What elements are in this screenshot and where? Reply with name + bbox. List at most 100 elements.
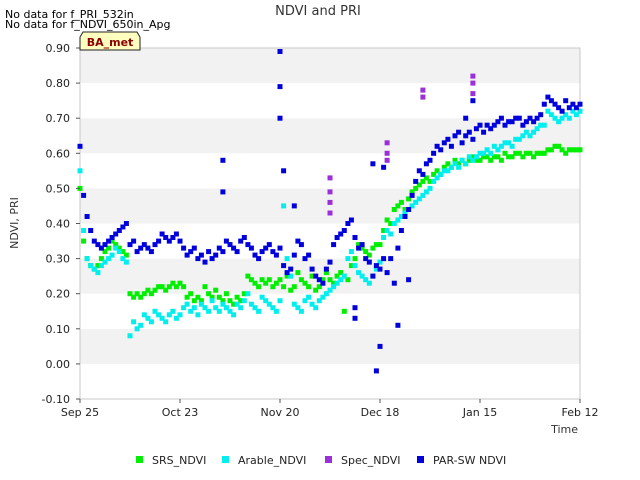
x-tick-label: Feb 12 [562, 406, 599, 419]
data-point [77, 143, 83, 149]
data-point [498, 157, 504, 163]
y-tick-label: 0.70 [46, 112, 71, 125]
y-tick-label: 0.90 [46, 42, 71, 55]
data-point [384, 140, 390, 146]
data-point [352, 305, 358, 311]
data-point [366, 259, 372, 265]
data-point [127, 333, 133, 339]
legend-label-arable-ndvi: Arable_NDVI [238, 454, 306, 467]
data-point [248, 245, 254, 251]
data-point [388, 256, 394, 262]
y-tick-label: 0.20 [46, 288, 71, 301]
data-point [206, 249, 212, 255]
y-tick-label: 0.80 [46, 77, 71, 90]
data-point [109, 252, 115, 258]
data-point [306, 294, 312, 300]
data-point [191, 305, 197, 311]
data-point [466, 129, 472, 135]
plot-grid-bands [80, 48, 580, 399]
y-tick-label: 0.50 [46, 182, 71, 195]
data-point [306, 284, 312, 290]
data-point [366, 280, 372, 286]
grid-band [80, 153, 580, 189]
data-point [481, 129, 487, 135]
data-point [84, 256, 90, 262]
data-point [138, 322, 144, 328]
data-point [181, 284, 187, 290]
data-point [188, 291, 194, 297]
data-point [238, 305, 244, 311]
data-point [295, 270, 301, 276]
data-point [488, 150, 494, 156]
data-point [123, 259, 129, 265]
data-point [209, 298, 215, 304]
data-point [131, 238, 137, 244]
data-point [577, 147, 583, 153]
data-point [327, 189, 333, 195]
data-point [281, 263, 287, 269]
data-point [538, 112, 544, 118]
data-point [470, 80, 476, 86]
grid-band [80, 363, 580, 399]
chart-container: -0.10 0.00 0.10 0.20 0.30 0.40 0.50 0.60 0.70 0.8… [0, 0, 640, 480]
data-point [341, 228, 347, 233]
x-tick-label: Sep 25 [61, 406, 99, 419]
data-point [213, 287, 219, 293]
y-tick-label: -0.10 [42, 393, 70, 406]
data-point [470, 73, 476, 79]
data-point [234, 249, 240, 255]
data-point [195, 312, 201, 318]
data-point [256, 284, 262, 290]
legend-swatch-spec-ndvi [325, 456, 332, 463]
data-point [352, 235, 358, 240]
data-point [427, 185, 433, 191]
data-point [327, 259, 333, 265]
data-point [456, 164, 462, 170]
data-point [277, 245, 283, 251]
data-point [381, 235, 387, 240]
data-point [323, 266, 329, 272]
data-point [420, 87, 426, 93]
data-point [273, 308, 279, 314]
x-tick-label: Dec 18 [361, 406, 400, 419]
data-point [498, 115, 504, 121]
data-point [277, 84, 283, 90]
data-point [81, 192, 87, 198]
station-badge: BA_met [79, 31, 141, 51]
data-point [348, 217, 354, 223]
data-point [420, 94, 426, 100]
data-point [388, 231, 394, 237]
scatter-chart: -0.10 0.00 0.10 0.20 0.30 0.40 0.50 0.60 0.70 0.8… [0, 0, 640, 480]
legend-swatch-srs-ndvi [136, 456, 143, 463]
data-point [177, 312, 183, 318]
data-point [241, 298, 247, 304]
data-point [309, 266, 315, 272]
y-tick-label: 0.40 [46, 218, 71, 231]
data-point [370, 273, 376, 279]
data-point [352, 263, 358, 269]
x-tick-label: Oct 23 [162, 406, 199, 419]
data-point [448, 143, 454, 149]
data-point [377, 343, 383, 349]
legend-swatch-arable-ndvi [222, 456, 229, 463]
badge-label: BA_met [87, 36, 134, 49]
y-tick-label: 0.60 [46, 147, 71, 160]
data-point [341, 308, 347, 314]
data-point [116, 249, 122, 255]
data-point [291, 203, 297, 209]
data-point [184, 301, 190, 307]
data-point [384, 157, 390, 163]
data-point [381, 164, 387, 170]
data-point [438, 147, 444, 153]
data-point [131, 319, 137, 325]
y-tick-label: 0.10 [46, 323, 71, 336]
grid-band [80, 83, 580, 119]
grid-band [80, 48, 580, 84]
data-point [377, 266, 383, 272]
x-axis-label: Time [550, 423, 578, 436]
data-point [402, 214, 408, 219]
data-point [509, 143, 515, 149]
data-point [291, 284, 297, 290]
data-point [273, 252, 279, 258]
data-point [459, 140, 465, 146]
